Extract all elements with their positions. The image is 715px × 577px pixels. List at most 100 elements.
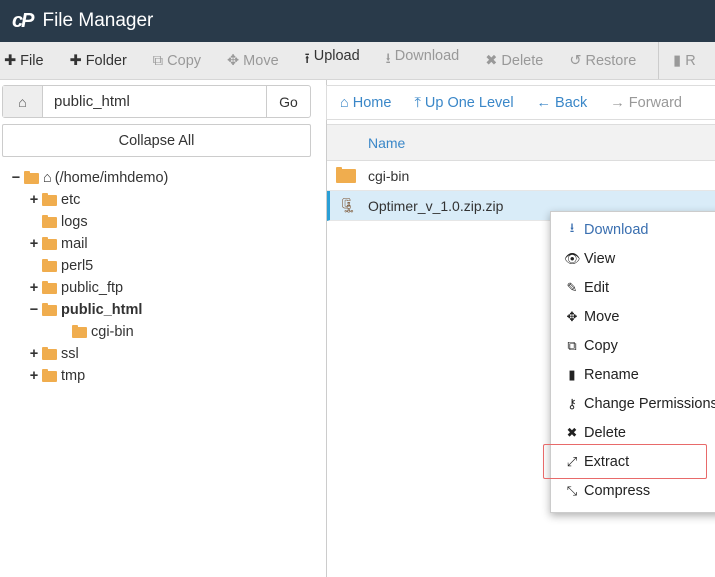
folder-icon (42, 214, 57, 228)
folder-icon (42, 192, 57, 206)
page-title: File Manager (42, 10, 154, 31)
move-icon: ✥ (566, 309, 578, 324)
tree-node-ssl[interactable]: + ssl (28, 343, 79, 365)
toolbar-label: Restore (585, 52, 637, 69)
copy-icon: ⧉ (152, 52, 164, 69)
file-name[interactable]: Optimer_v_1.0.zip.zip (368, 198, 503, 214)
toolbar-file-button[interactable]: ✚ File (4, 53, 44, 69)
tree-node-label[interactable]: public_html (61, 302, 142, 318)
tree-node-label[interactable]: public_ftp (61, 280, 123, 296)
expand-icon[interactable]: + (28, 192, 40, 208)
go-button[interactable]: Go (266, 86, 310, 117)
toolbar-label: Download (394, 48, 460, 64)
toolbar-label: R (685, 52, 696, 69)
home-icon[interactable]: ⌂ (3, 86, 43, 117)
close-icon: ✖ (485, 52, 498, 69)
menu-item-label: Rename (584, 367, 639, 383)
tree-node-label[interactable]: (/home/imhdemo) (55, 170, 169, 186)
menu-item-change-permissions[interactable]: ⚷ Change Permissions (564, 393, 715, 415)
toolbar-separator (658, 42, 660, 79)
menu-item-label: Change Permissions (584, 396, 715, 412)
toolbar-label: Copy (167, 52, 202, 69)
download-icon: ⭳ (385, 51, 391, 67)
tree-node-label[interactable]: cgi-bin (91, 324, 134, 340)
tree-node-tmp[interactable]: + tmp (28, 365, 85, 387)
tree-node-label[interactable]: logs (61, 214, 88, 230)
path-input[interactable]: public_html (43, 86, 266, 117)
expand-icon[interactable]: + (28, 368, 40, 384)
tree-node-label[interactable]: perl5 (61, 258, 93, 274)
folder-icon (42, 236, 57, 250)
arrow-left-icon: ← (536, 94, 552, 111)
tree-node-label[interactable]: ssl (61, 346, 79, 362)
eye-icon: 👁 (564, 251, 581, 266)
compress-icon: ⤡ (566, 483, 578, 498)
menu-item-delete[interactable]: ✖ Delete (564, 422, 626, 444)
menu-item-label: Copy (584, 338, 618, 354)
expand-icon[interactable]: + (28, 280, 40, 296)
tree-node-label[interactable]: tmp (61, 368, 85, 384)
folder-icon (42, 280, 57, 294)
nav-label: Up One Level (424, 94, 514, 111)
tree-node-etc[interactable]: + etc (28, 189, 81, 211)
level-up-icon: ⤒ (414, 94, 421, 111)
folder-open-icon (24, 170, 39, 184)
column-header-name[interactable]: Name (327, 124, 715, 161)
tree-node-public-ftp[interactable]: + public_ftp (28, 277, 123, 299)
name-header-label[interactable]: Name (368, 135, 405, 151)
nav-up-one-level-button[interactable]: ⤒ Up One Level (414, 95, 513, 111)
toolbar-label: Upload (313, 48, 360, 64)
menu-item-compress[interactable]: ⤡ Compress (564, 480, 650, 502)
move-icon: ✥ (227, 52, 240, 69)
file-name[interactable]: cgi-bin (368, 168, 409, 184)
menu-item-edit[interactable]: ✎ Edit (564, 277, 609, 299)
menu-item-move[interactable]: ✥ Move (564, 306, 620, 328)
collapse-icon[interactable]: − (28, 302, 40, 318)
folder-icon (72, 324, 87, 338)
download-icon: ⭳ (569, 220, 575, 235)
tree-node-public-html[interactable]: − public_html (28, 299, 143, 321)
menu-item-label: Download (584, 222, 649, 238)
key-icon: ⚷ (567, 396, 577, 411)
toolbar-upload-button[interactable]: ⭱ Upload (305, 48, 360, 73)
file-icon: ▮ (568, 367, 576, 382)
tree-node-label[interactable]: mail (61, 236, 88, 252)
zip-file-icon: 🗜 (338, 197, 357, 213)
toolbar-restore-button[interactable]: ↺ Restore (569, 53, 636, 69)
tree-node-label[interactable]: etc (61, 192, 80, 208)
toolbar-folder-button[interactable]: ✚ Folder (70, 53, 127, 69)
tree-node-home-imhdemo[interactable]: − ⌂ (/home/imhdemo) (10, 167, 169, 189)
nav-label: Forward (628, 94, 682, 111)
menu-item-copy[interactable]: ⧉ Copy (564, 335, 618, 357)
collapse-icon[interactable]: − (10, 170, 22, 186)
toolbar-copy-button[interactable]: ⧉ Copy (153, 53, 201, 69)
toolbar-delete-button[interactable]: ✖ Delete (485, 53, 543, 69)
tree-node-cgi-bin[interactable]: cgi-bin (58, 321, 134, 343)
folder-open-icon (42, 302, 57, 316)
close-icon: ✖ (566, 425, 578, 440)
collapse-all-button[interactable]: Collapse All (2, 124, 311, 157)
nav-back-button[interactable]: ← Back (537, 95, 588, 111)
menu-item-download[interactable]: ⭳ Download (564, 219, 649, 241)
copy-icon: ⧉ (567, 338, 577, 353)
nav-label: Home (352, 94, 392, 111)
nav-home-button[interactable]: ⌂ Home (340, 95, 391, 111)
toolbar-download-button[interactable]: ⭳ Download (386, 48, 460, 73)
expand-icon[interactable]: + (28, 346, 40, 362)
menu-item-rename[interactable]: ▮ Rename (564, 364, 639, 386)
toolbar-r-button[interactable]: ▮ R (673, 53, 695, 69)
plus-icon: ✚ (4, 52, 17, 69)
extract-highlight-box (543, 444, 707, 479)
cpanel-logo[interactable]: cP (12, 10, 35, 33)
arrow-right-icon: → (610, 94, 625, 111)
toolbar-move-button[interactable]: ✥ Move (227, 53, 279, 69)
tree-node-perl5[interactable]: perl5 (28, 255, 93, 277)
expand-icon[interactable]: + (28, 236, 40, 252)
tree-node-logs[interactable]: logs (28, 211, 88, 233)
nav-forward-button[interactable]: → Forward (610, 95, 682, 111)
tree-node-mail[interactable]: + mail (28, 233, 88, 255)
menu-item-view[interactable]: 👁 View (564, 248, 615, 270)
file-row[interactable]: cgi-bin (327, 161, 715, 191)
home-icon: ⌂ (43, 170, 52, 186)
navigation-bar: ⌂ Home ⤒ Up One Level ← Back → Forward (326, 85, 715, 120)
